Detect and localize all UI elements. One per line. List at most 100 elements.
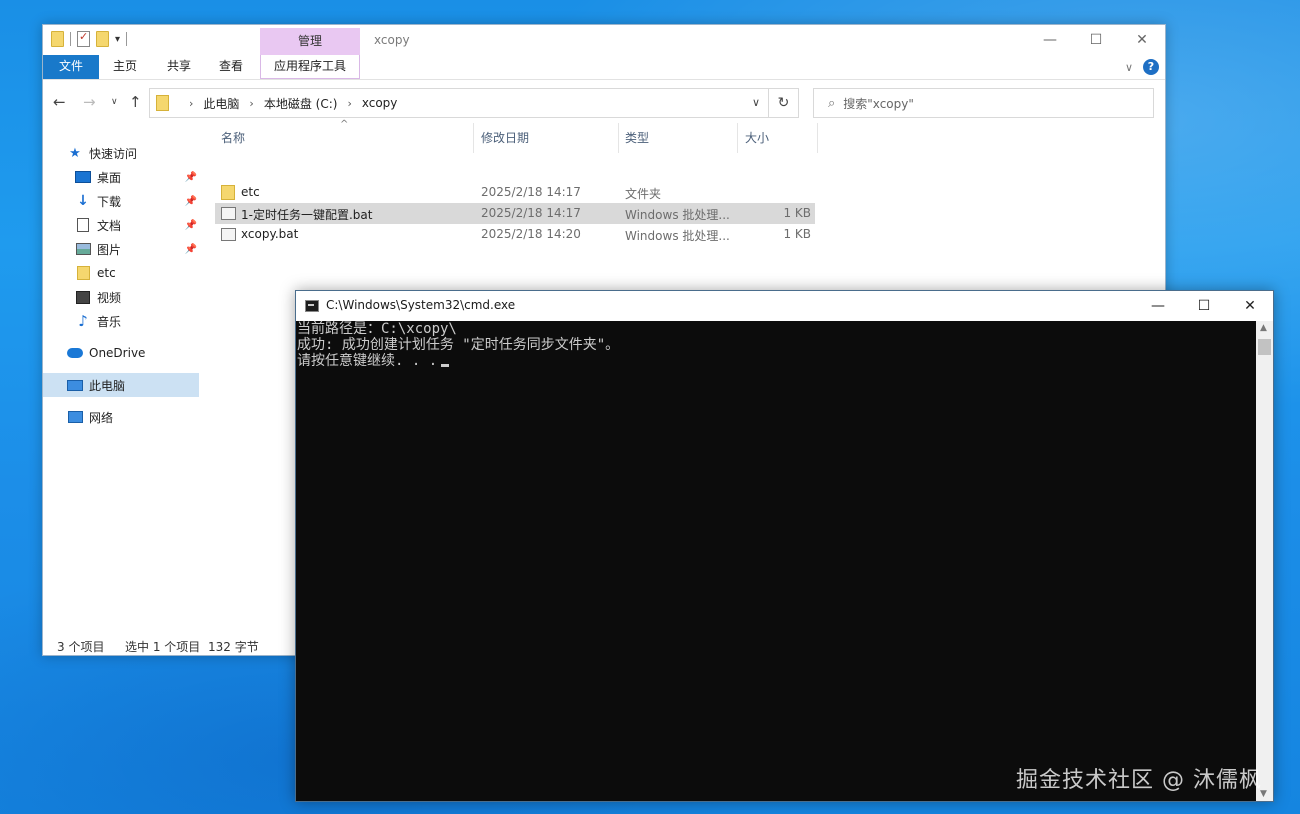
status-item-count: 3 个项目: [57, 640, 105, 654]
sidebar-item-label: etc: [97, 266, 116, 280]
minimize-button[interactable]: —: [1027, 25, 1073, 55]
folder-icon: [76, 266, 90, 280]
column-header-name[interactable]: 名称: [215, 127, 473, 149]
scroll-up-icon[interactable]: ▲: [1260, 323, 1267, 333]
ribbon-right-controls: ∨ ?: [1125, 59, 1159, 75]
help-icon[interactable]: ?: [1143, 59, 1159, 75]
forward-arrow-icon[interactable]: →: [83, 93, 96, 111]
status-size: 132 字节: [208, 640, 259, 654]
terminal-icon: [305, 300, 319, 312]
sidebar-item-downloads[interactable]: ↓ 下载 📌: [43, 189, 199, 213]
window-controls: — ☐ ✕: [1135, 291, 1273, 321]
file-size: 1 KB: [783, 227, 811, 241]
cmd-window[interactable]: C:\Windows\System32\cmd.exe — ☐ ✕ 当前路径是：…: [295, 290, 1274, 802]
console-output[interactable]: 当前路径是：C:\xcopy\ 成功: 成功创建计划任务 "定时任务同步文件夹"…: [296, 321, 1257, 801]
pin-icon[interactable]: 📌: [185, 244, 197, 255]
up-arrow-icon[interactable]: ↑: [129, 93, 142, 111]
file-type: 文件夹: [625, 187, 662, 201]
back-arrow-icon[interactable]: ←: [53, 93, 66, 111]
file-name: 1-定时任务一键配置.bat: [241, 208, 373, 222]
file-row[interactable]: etc 2025/2/18 14:17 文件夹: [215, 182, 815, 203]
column-header-type[interactable]: 类型: [619, 127, 737, 149]
customize-toolbar-icon[interactable]: ▾: [115, 34, 120, 45]
maximize-button[interactable]: ☐: [1181, 291, 1227, 321]
status-selected: 选中 1 个项目: [125, 640, 201, 654]
sidebar-item-videos[interactable]: 视频: [43, 285, 199, 309]
music-icon: ♪: [78, 312, 88, 330]
document-icon: [77, 218, 89, 232]
sidebar-item-label: 图片: [97, 242, 122, 257]
chevron-down-icon[interactable]: ∨: [752, 96, 760, 109]
column-divider[interactable]: [817, 123, 818, 153]
close-button[interactable]: ✕: [1227, 291, 1273, 321]
sidebar-item-label: 桌面: [97, 170, 122, 185]
minimize-button[interactable]: —: [1135, 291, 1181, 321]
file-modified: 2025/2/18 14:17: [481, 185, 581, 199]
pin-icon[interactable]: 📌: [185, 196, 197, 207]
tab-file[interactable]: 文件: [43, 55, 99, 79]
folder-icon[interactable]: [51, 31, 64, 47]
file-name: etc: [241, 185, 260, 199]
refresh-button[interactable]: ↻: [769, 88, 799, 118]
tab-view[interactable]: 查看: [209, 55, 253, 79]
column-header-size[interactable]: 大小: [739, 127, 815, 149]
file-row[interactable]: xcopy.bat 2025/2/18 14:20 Windows 批处理...…: [215, 224, 815, 245]
properties-icon[interactable]: [77, 30, 90, 47]
expand-ribbon-icon[interactable]: ∨: [1125, 61, 1133, 74]
file-modified: 2025/2/18 14:20: [481, 227, 581, 241]
sidebar-item-documents[interactable]: 文档 📌: [43, 213, 199, 237]
sidebar-item-label: 此电脑: [89, 378, 126, 393]
chevron-right-icon[interactable]: ›: [189, 97, 193, 110]
tab-app-tools[interactable]: 应用程序工具: [260, 55, 360, 79]
star-icon: ★: [69, 145, 81, 161]
column-divider[interactable]: [737, 123, 738, 153]
cmd-window-title: C:\Windows\System32\cmd.exe: [326, 298, 516, 312]
folder-icon: [221, 185, 235, 200]
sidebar-item-this-pc[interactable]: 此电脑: [43, 373, 199, 397]
sidebar-item-label: 音乐: [97, 314, 122, 329]
sidebar-item-label: 快速访问: [89, 146, 138, 161]
onedrive-cloud-icon: [67, 348, 83, 358]
window-title: xcopy: [374, 33, 410, 47]
file-type: Windows 批处理...: [625, 208, 730, 222]
tab-share[interactable]: 共享: [157, 55, 201, 79]
sidebar-item-etc[interactable]: etc: [43, 261, 199, 285]
sidebar-item-music[interactable]: ♪ 音乐: [43, 309, 199, 333]
breadcrumb-this-pc[interactable]: 此电脑: [203, 95, 239, 112]
breadcrumb-xcopy[interactable]: xcopy: [362, 96, 398, 110]
maximize-button[interactable]: ☐: [1073, 25, 1119, 55]
sidebar-item-onedrive[interactable]: OneDrive: [43, 341, 199, 365]
search-input[interactable]: ⌕ 搜索"xcopy": [813, 88, 1154, 118]
recent-locations-icon[interactable]: ∨: [111, 97, 118, 107]
close-button[interactable]: ✕: [1119, 25, 1165, 55]
sidebar-item-desktop[interactable]: 桌面 📌: [43, 165, 199, 189]
column-divider[interactable]: [473, 123, 474, 153]
chevron-right-icon[interactable]: ›: [249, 97, 253, 110]
breadcrumb-local-disk[interactable]: 本地磁盘 (C:): [264, 95, 338, 112]
vertical-scrollbar[interactable]: ▲ ▼: [1256, 321, 1273, 801]
cmd-titlebar[interactable]: C:\Windows\System32\cmd.exe — ☐ ✕: [296, 291, 1273, 321]
scrollbar-thumb[interactable]: [1258, 339, 1271, 355]
sidebar-item-quick-access[interactable]: ★ 快速访问: [43, 141, 199, 165]
tab-home[interactable]: 主页: [103, 55, 147, 79]
sidebar-item-network[interactable]: 网络: [43, 405, 199, 429]
address-bar[interactable]: › 此电脑 › 本地磁盘 (C:) › xcopy ∨: [149, 88, 769, 118]
window-controls: — ☐ ✕: [1027, 25, 1165, 55]
tab-manage[interactable]: 管理: [260, 28, 360, 55]
desktop-icon: [75, 171, 91, 183]
sidebar-item-pictures[interactable]: 图片 📌: [43, 237, 199, 261]
sidebar-item-label: 下载: [97, 194, 122, 209]
new-folder-icon[interactable]: [96, 31, 109, 47]
quick-access-toolbar: ▾: [51, 30, 128, 47]
pin-icon[interactable]: 📌: [185, 220, 197, 231]
pin-icon[interactable]: 📌: [185, 172, 197, 183]
batch-file-icon: [221, 228, 236, 241]
sidebar-item-label: OneDrive: [89, 346, 146, 360]
file-row[interactable]: 1-定时任务一键配置.bat 2025/2/18 14:17 Windows 批…: [215, 203, 815, 224]
sidebar-item-label: 文档: [97, 218, 122, 233]
explorer-titlebar: ▾ 管理 xcopy — ☐ ✕: [43, 25, 1165, 55]
toolbar-divider: [126, 32, 128, 46]
column-header-modified[interactable]: 修改日期: [475, 127, 617, 149]
network-icon: [67, 411, 83, 423]
chevron-right-icon[interactable]: ›: [347, 97, 351, 110]
